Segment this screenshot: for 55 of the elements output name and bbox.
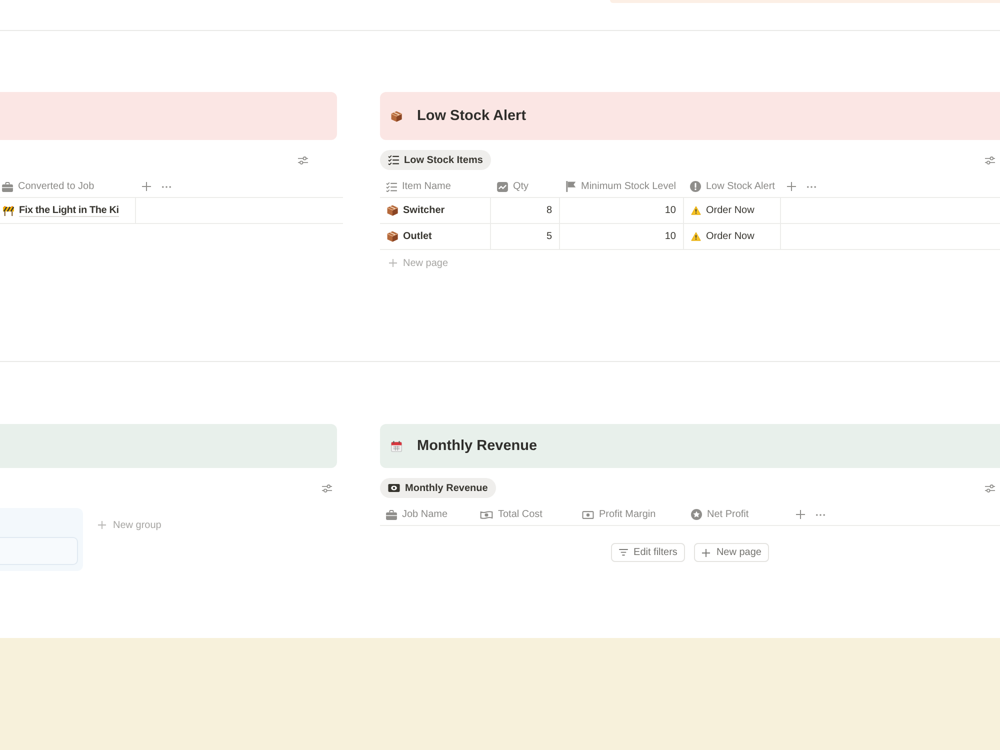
plus-icon xyxy=(98,521,106,529)
column-header[interactable]: Minimum Stock Level xyxy=(560,176,684,197)
column-header[interactable]: Low Stock Alert xyxy=(684,176,781,197)
cell-text: Order Now xyxy=(706,205,754,216)
flag-icon xyxy=(566,181,576,192)
briefcase-icon xyxy=(2,182,13,192)
plus-icon[interactable] xyxy=(796,510,805,519)
banknote-icon xyxy=(388,484,400,492)
cell-text: Order Now xyxy=(706,231,754,242)
table-cell: 8 xyxy=(491,198,560,223)
view-tab[interactable]: Low Stock Items xyxy=(380,150,491,170)
plus-icon xyxy=(702,548,710,556)
new-page-button[interactable]: New page xyxy=(694,543,770,562)
banknote-icon xyxy=(480,510,493,518)
plus-icon[interactable] xyxy=(787,182,796,191)
section-title: Monthly Revenue xyxy=(417,438,538,454)
view-tab[interactable]: Monthly Revenue xyxy=(380,478,496,498)
sliders-icon[interactable] xyxy=(298,156,308,164)
column-header[interactable]: Net Profit xyxy=(685,504,790,525)
sliders-icon[interactable] xyxy=(985,484,995,492)
new-page-button[interactable]: New page xyxy=(380,250,448,276)
chart-icon xyxy=(497,182,508,192)
checklist-icon xyxy=(386,182,397,192)
exclamation-icon xyxy=(690,181,701,192)
column-header[interactable]: Qty xyxy=(491,176,560,197)
table-cell: 5 xyxy=(491,224,560,249)
column-header[interactable]: Profit Margin xyxy=(576,504,685,525)
column-header[interactable]: Job Name xyxy=(380,504,474,525)
filter-icon xyxy=(618,549,628,556)
page-link[interactable]: Switcher xyxy=(403,205,445,216)
sliders-icon[interactable] xyxy=(322,484,332,492)
page-link[interactable]: Outlet xyxy=(403,231,432,242)
package-icon xyxy=(387,231,398,242)
package-icon xyxy=(391,110,402,122)
warning-icon xyxy=(691,232,701,241)
table-cell: 10 xyxy=(560,224,684,249)
plus-icon[interactable] xyxy=(142,182,151,191)
column-header[interactable]: Item Name xyxy=(380,176,491,197)
column-header[interactable]: Converted to Job xyxy=(0,176,136,197)
new-group-button[interactable]: New group xyxy=(98,519,162,531)
section-title: Low Stock Alert xyxy=(417,108,526,124)
checklist-icon xyxy=(388,155,399,165)
warning-icon xyxy=(691,206,701,215)
banknote-icon xyxy=(582,510,594,518)
briefcase-icon xyxy=(386,510,397,520)
barrier-icon xyxy=(3,206,14,216)
star-badge-icon xyxy=(691,509,702,520)
column-header[interactable]: Total Cost xyxy=(474,504,576,525)
table-cell: 10 xyxy=(560,198,684,223)
page-link[interactable]: Fix the Light in The Ki xyxy=(19,204,119,216)
sliders-icon[interactable] xyxy=(985,156,995,164)
package-icon xyxy=(387,205,398,216)
plus-icon xyxy=(389,259,397,267)
calendar-icon xyxy=(391,440,402,452)
edit-filters-button[interactable]: Edit filters xyxy=(610,543,686,562)
